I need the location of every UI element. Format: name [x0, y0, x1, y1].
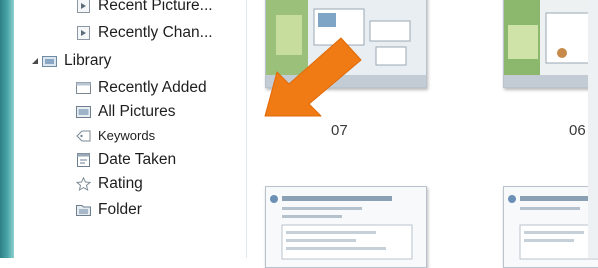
- folder-window-icon: [76, 82, 91, 94]
- thumbnail-dialog-right[interactable]: [503, 186, 598, 268]
- library-icon: [42, 56, 57, 67]
- window-frame-edge: [0, 0, 14, 258]
- tree-item-label: Rating: [98, 175, 143, 192]
- tree-item-label: Library: [64, 52, 112, 69]
- tree-item-label: Date Taken: [98, 151, 177, 168]
- navigation-tree: Recent Picture... Recently Chan... Libra…: [14, 0, 247, 258]
- tree-item-recently-added[interactable]: Recently Added: [76, 76, 207, 100]
- tag-icon: [76, 130, 91, 142]
- collapse-triangle-icon[interactable]: [30, 56, 40, 66]
- tree-item-keywords[interactable]: Keywords: [76, 124, 155, 148]
- tree-item-date-taken[interactable]: Date Taken: [76, 148, 176, 172]
- arrow-page-icon: [77, 0, 90, 13]
- tree-item-rating[interactable]: Rating: [76, 172, 143, 196]
- vertical-scrollbar[interactable]: [588, 0, 598, 258]
- thumbnail-image: [504, 0, 598, 87]
- arrow-page-icon: [77, 26, 90, 40]
- tree-item-library[interactable]: Library: [42, 49, 111, 73]
- folder-icon: [76, 205, 91, 216]
- tree-item-label: Recently Chan...: [98, 24, 213, 41]
- tree-item-label: Keywords: [98, 128, 156, 143]
- orange-pointer-arrow-icon: [264, 37, 362, 117]
- gallery-pane: 07 06: [247, 0, 598, 268]
- tree-item-label: Folder: [98, 201, 142, 218]
- tree-item-recently-changed[interactable]: Recently Chan...: [76, 21, 213, 45]
- tree-item-label: All Pictures: [98, 103, 176, 120]
- tree-item-folder[interactable]: Folder: [76, 198, 142, 222]
- thumbnail-dialog-left[interactable]: [265, 186, 427, 268]
- thumbnail-image: [266, 187, 426, 267]
- tree-item-label: Recent Picture...: [98, 0, 213, 14]
- tree-item-recent-pictures[interactable]: Recent Picture...: [76, 0, 213, 18]
- thumbnail-06[interactable]: [503, 0, 598, 88]
- thumbnail-caption: 06: [569, 122, 586, 139]
- tree-item-all-pictures[interactable]: All Pictures: [76, 100, 176, 124]
- pictures-icon: [76, 106, 91, 118]
- calendar-icon: [77, 153, 90, 167]
- thumbnail-image: [504, 187, 598, 267]
- tree-item-label: Recently Added: [98, 79, 207, 96]
- star-icon: [76, 177, 91, 191]
